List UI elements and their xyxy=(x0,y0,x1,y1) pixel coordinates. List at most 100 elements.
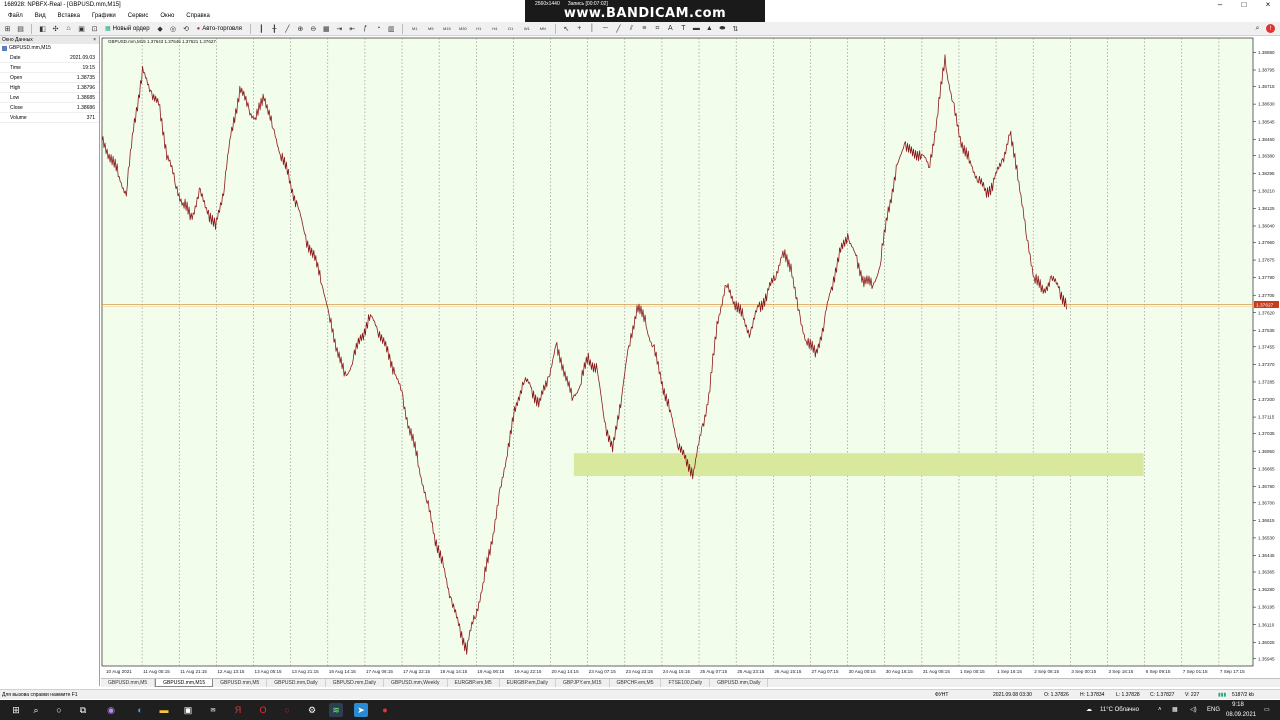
line-chart-icon[interactable]: ╱ xyxy=(282,23,293,34)
chart-tab[interactable]: GBPUSD.mm,Weekly xyxy=(384,679,448,687)
tf-h1[interactable]: H1 xyxy=(472,23,486,34)
chart-tab[interactable]: EURGBP.em,M5 xyxy=(448,679,500,687)
tf-m30[interactable]: M30 xyxy=(456,23,470,34)
navigator-icon[interactable]: ✣ xyxy=(50,23,61,34)
mail-icon[interactable]: ✉ xyxy=(206,703,220,717)
app-icon[interactable]: ◉ xyxy=(104,703,118,717)
cortana-icon[interactable]: ○ xyxy=(52,703,66,717)
tf-d1[interactable]: D1 xyxy=(504,23,518,34)
menu-tools[interactable]: Сервис xyxy=(122,13,155,19)
chart-tab[interactable]: EURGBP.em,Daily xyxy=(500,679,556,687)
terminal-icon[interactable]: ▣ xyxy=(76,23,87,34)
vertical-line-icon[interactable]: │ xyxy=(587,23,598,34)
metaeditor-icon[interactable]: ◆ xyxy=(155,23,166,34)
tray-chevron-icon[interactable]: ˄ xyxy=(1158,700,1162,720)
tf-m5[interactable]: M5 xyxy=(424,23,438,34)
minimize-icon[interactable]: – xyxy=(1208,0,1232,10)
cursor-icon[interactable]: ↖ xyxy=(561,23,572,34)
close-icon[interactable]: × xyxy=(1256,0,1280,10)
menu-window[interactable]: Окно xyxy=(154,13,180,19)
data-window-close-icon[interactable]: × xyxy=(93,36,96,44)
y-tick-label: 1.36445 xyxy=(1258,553,1275,558)
market-watch-icon[interactable]: ◧ xyxy=(37,23,48,34)
equidistant-channel-icon[interactable]: ⫽ xyxy=(626,23,637,34)
tf-m1[interactable]: M1 xyxy=(408,23,422,34)
chart-tab[interactable]: GBPJPY.em,M15 xyxy=(556,679,610,687)
menu-file[interactable]: Файл xyxy=(2,13,29,19)
periods-icon[interactable]: ◔ xyxy=(373,23,384,34)
search-icon[interactable]: ⌕ xyxy=(29,703,43,717)
chart-window[interactable]: 10 Aug 2021 11 Aug 05:15 11 Aug 21:15 12 Au… xyxy=(101,36,1280,676)
volume-icon[interactable]: ◁) xyxy=(1190,700,1197,720)
auto-trading-button[interactable]: ● Авто-торговля xyxy=(194,23,245,34)
history-icon[interactable]: ⟲ xyxy=(181,23,192,34)
tf-mn[interactable]: MN xyxy=(536,23,550,34)
templates-icon[interactable]: ▥ xyxy=(386,23,397,34)
metatrader-icon[interactable]: ≋ xyxy=(329,703,343,717)
store-icon[interactable]: ▣ xyxy=(181,703,195,717)
chart-tab[interactable]: GBPUSD.mm,Daily xyxy=(326,679,384,687)
windows-start-icon[interactable]: ⊞ xyxy=(9,703,23,717)
yandex-icon[interactable]: Я xyxy=(231,703,245,717)
chart-tab[interactable]: GBPUSD.mm,M15 xyxy=(155,679,214,687)
chart-tab[interactable]: FTSE100,Daily xyxy=(661,679,711,687)
tile-windows-icon[interactable]: ▦ xyxy=(321,23,332,34)
tester-icon[interactable]: ⊡ xyxy=(89,23,100,34)
data-window-icon[interactable]: ⌂ xyxy=(63,23,74,34)
horizontal-line-icon[interactable]: ─ xyxy=(600,23,611,34)
search-icon[interactable]: ⌕ xyxy=(1252,23,1263,34)
zoom-out-icon[interactable]: ⊖ xyxy=(308,23,319,34)
status-profile[interactable]: ФУНТ xyxy=(935,690,948,700)
ellipse-icon[interactable]: ⬬ xyxy=(717,23,728,34)
notifications-icon[interactable]: ▭ xyxy=(1264,700,1270,720)
tf-h4[interactable]: H4 xyxy=(488,23,502,34)
menu-charts[interactable]: Графики xyxy=(86,13,122,19)
notification-icon[interactable]: ! xyxy=(1266,24,1275,33)
arrows-icon[interactable]: ⇅ xyxy=(730,23,741,34)
zoom-in-icon[interactable]: ⊕ xyxy=(295,23,306,34)
chart-shift-icon[interactable]: ⇥ xyxy=(334,23,345,34)
price-chart[interactable]: 10 Aug 2021 11 Aug 05:15 11 Aug 21:15 12 Au… xyxy=(101,36,1280,676)
fibonacci-icon[interactable]: ≡ xyxy=(639,23,650,34)
tf-m15[interactable]: M15 xyxy=(440,23,454,34)
weather-text[interactable]: 11°C Облачно xyxy=(1100,700,1139,720)
lang-indicator[interactable]: ENG xyxy=(1207,700,1220,720)
chart-tab[interactable]: GBPUSD.mm,Daily xyxy=(267,679,326,687)
chart-tab[interactable]: GBPCHF.em,M5 xyxy=(610,679,662,687)
profiles-icon[interactable]: ▤ xyxy=(15,23,26,34)
menu-help[interactable]: Справка xyxy=(180,13,216,19)
autoscroll-icon[interactable]: ⇤ xyxy=(347,23,358,34)
text-label-icon[interactable]: T xyxy=(678,23,689,34)
chart-tab[interactable]: GBPUSD.mm,Daily xyxy=(710,679,769,687)
opera-icon[interactable]: O xyxy=(256,703,270,717)
maximize-icon[interactable]: □ xyxy=(1232,0,1256,10)
chart-tab[interactable]: GBPUSD.mm,M5 xyxy=(101,679,156,687)
tf-w1[interactable]: W1 xyxy=(520,23,534,34)
rectangle-icon[interactable]: ▬ xyxy=(691,23,702,34)
signals-icon[interactable]: ◎ xyxy=(168,23,179,34)
chart-tab[interactable]: GBPUSD.mm,M5 xyxy=(213,679,268,687)
crosshair-icon[interactable]: + xyxy=(574,23,585,34)
toolbar-separator xyxy=(249,23,251,34)
telegram-icon[interactable]: ➤ xyxy=(354,703,368,717)
file-explorer-icon[interactable]: ▬ xyxy=(157,703,171,717)
bandicam-icon[interactable]: ● xyxy=(378,703,392,717)
opera-gx-icon[interactable]: ○ xyxy=(280,703,294,717)
gann-icon[interactable]: ⌗ xyxy=(652,23,663,34)
settings-icon[interactable]: ⚙ xyxy=(305,703,319,717)
edge-icon[interactable]: ◐ xyxy=(133,703,147,717)
menu-view[interactable]: Вид xyxy=(29,13,52,19)
indicators-icon[interactable]: ƒ xyxy=(360,23,371,34)
menu-insert[interactable]: Вставка xyxy=(52,13,86,19)
clock[interactable]: 9:18 08.09.2021 xyxy=(1226,700,1256,720)
task-view-icon[interactable]: ⧉ xyxy=(76,703,90,717)
trendline-icon[interactable]: ╱ xyxy=(613,23,624,34)
text-icon[interactable]: A xyxy=(665,23,676,34)
bar-chart-icon[interactable]: ┃ xyxy=(256,23,267,34)
triangle-icon[interactable]: ▲ xyxy=(704,23,715,34)
new-chart-icon[interactable]: ⊞ xyxy=(2,23,13,34)
new-order-button[interactable]: ▦ Новый ордер xyxy=(102,23,153,34)
network-icon[interactable]: ▦ xyxy=(1172,700,1178,720)
weather-icon[interactable]: ☁ xyxy=(1086,700,1092,720)
candlestick-icon[interactable]: ╂ xyxy=(269,23,280,34)
